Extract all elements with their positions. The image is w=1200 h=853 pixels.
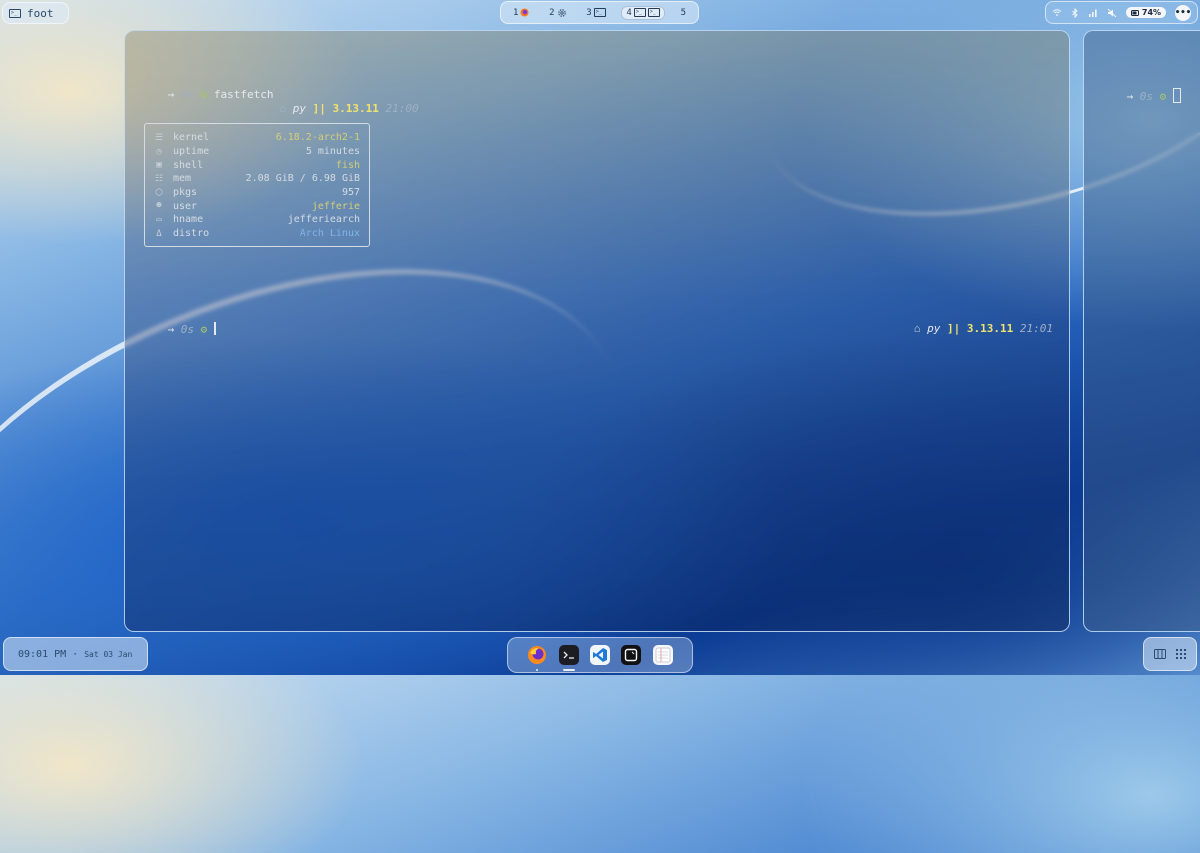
fastfetch-key: distro [173, 228, 210, 240]
fastfetch-row-hname: ▭ hname jefferiearch [154, 213, 360, 227]
dock-app-terminal[interactable] [558, 645, 579, 671]
settings-gear-icon [557, 8, 566, 17]
view-controls [1143, 637, 1197, 671]
fastfetch-uptime-icon: ◷ [156, 146, 162, 157]
fastfetch-hname-icon: ▭ [156, 214, 162, 225]
fastfetch-row-shell: ▣ shell fish [154, 158, 360, 172]
battery-indicator[interactable]: 74% [1125, 7, 1167, 18]
fastfetch-key: user [173, 200, 198, 212]
text-cursor [1172, 88, 1181, 103]
workspace-3[interactable]: 3 >_ [582, 7, 609, 19]
notes-icon [655, 647, 671, 663]
active-window-title[interactable]: >_ foot [2, 2, 69, 24]
signal-icon[interactable] [1088, 8, 1098, 18]
text-cursor [213, 322, 216, 335]
clock-separator: · [72, 648, 79, 660]
editor-icon [625, 648, 638, 662]
right-prompt: ⌂ py ]| 3.13.11 21:01 [913, 322, 1053, 335]
clock-widget[interactable]: 09:01 PM · Sat 03 Jan [3, 637, 148, 671]
dock-app-editor[interactable] [621, 645, 642, 665]
workspace-switcher: 1 2 3 >_ 4 >_ >_ 5 [500, 1, 699, 24]
workspace-2[interactable]: 2 [545, 7, 570, 19]
fastfetch-shell-icon: ▣ [156, 160, 162, 171]
active-indicator [562, 669, 575, 671]
fastfetch-mem-icon: ☷ [154, 173, 164, 184]
fastfetch-value: 2.08 GiB / 6.98 GiB [245, 173, 360, 185]
fastfetch-key: kernel [173, 132, 210, 144]
fastfetch-value: 957 [341, 187, 360, 199]
terminal-icon: >_ [593, 8, 606, 17]
fastfetch-value: Arch Linux [299, 228, 360, 240]
fastfetch-pkgs-icon: ⬡ [155, 187, 163, 198]
fastfetch-key: shell [173, 159, 204, 171]
terminal-icon: >_ [9, 8, 21, 18]
prompt-line: → 0s ⚙ [1100, 75, 1181, 116]
fastfetch-value: 6.18.2-arch2-1 [275, 132, 360, 144]
running-indicator [536, 669, 539, 671]
clock-date: Sat 03 Jan [84, 649, 133, 659]
firefox-icon [520, 8, 529, 17]
fastfetch-row-mem: ☷ mem 2.08 GiB / 6.98 GiB [154, 172, 360, 186]
fastfetch-kernel-icon: ☰ [154, 132, 164, 143]
mute-icon[interactable] [1107, 8, 1117, 18]
fastfetch-key: uptime [173, 146, 210, 158]
terminal-window-side[interactable]: → 0s ⚙ [1083, 30, 1200, 632]
dock-app-notes[interactable] [652, 645, 673, 665]
fastfetch-row-pkgs: ⬡ pkgs 957 [154, 186, 360, 200]
fastfetch-value: fish [335, 159, 360, 171]
window-title-text: foot [27, 6, 54, 20]
dock-app-vscode[interactable] [589, 645, 610, 665]
wifi-icon[interactable] [1052, 8, 1062, 17]
fastfetch-key: mem [173, 173, 192, 185]
workspace-5[interactable]: 5 [677, 7, 690, 19]
fastfetch-row-distro: Δdistro Arch Linux [154, 227, 360, 241]
terminal-icon [563, 651, 574, 659]
vscode-icon [592, 648, 607, 662]
fastfetch-row-kernel: ☰ kernel 6.18.2-arch2-1 [154, 131, 360, 145]
clock-time: 09:01 PM [18, 648, 67, 660]
battery-icon [1130, 9, 1139, 16]
bluetooth-icon[interactable] [1071, 7, 1079, 18]
fastfetch-distro-icon: Δ [156, 228, 162, 239]
prompt-line: → 0s ⚙ [141, 309, 216, 349]
dock [507, 637, 693, 673]
fastfetch-key: pkgs [173, 187, 198, 199]
more-menu-button[interactable]: ••• [1175, 4, 1191, 21]
fastfetch-value: 5 minutes [305, 146, 360, 158]
fastfetch-row-user: ☻ user jefferie [154, 199, 360, 213]
fastfetch-row-uptime: ◷ uptime 5 minutes [154, 145, 360, 159]
split-view-icon[interactable] [1154, 649, 1166, 659]
workspace-4[interactable]: 4 >_ >_ [621, 5, 665, 20]
fastfetch-value: jefferie [311, 200, 360, 212]
terminal-icon: >_ [647, 8, 660, 17]
workspace-1[interactable]: 1 [509, 7, 533, 19]
grid-view-icon[interactable] [1176, 649, 1186, 659]
dock-app-firefox[interactable] [527, 645, 547, 671]
terminal-icon: >_ [633, 8, 646, 17]
fastfetch-user-icon: ☻ [156, 201, 162, 212]
fastfetch-output: ☰ kernel 6.18.2-arch2-1 ◷ uptime 5 minutes ▣ sh… [144, 123, 370, 247]
firefox-icon [528, 646, 547, 664]
terminal-window-foot[interactable]: → 0s ⚙ fastfetch ⌂ py ]| 3.13.11 21:00 ☰… [124, 30, 1070, 632]
system-tray: 74% ••• [1045, 1, 1198, 24]
fastfetch-key: hname [173, 214, 204, 226]
fastfetch-value: jefferiearch [287, 214, 360, 226]
